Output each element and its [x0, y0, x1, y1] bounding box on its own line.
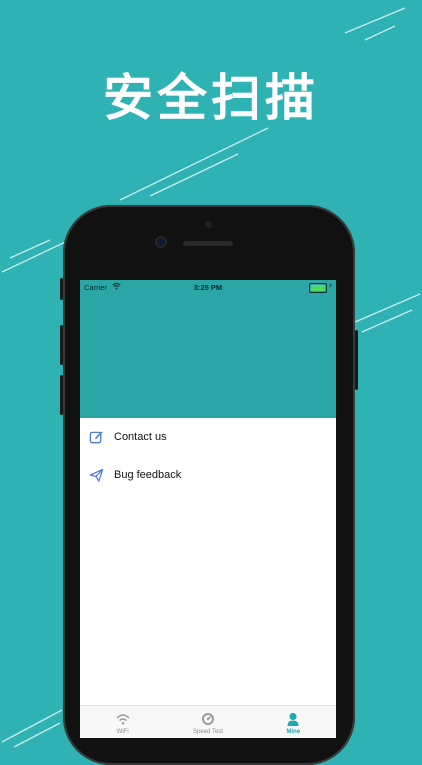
tab-mine[interactable]: Mine: [251, 706, 336, 738]
tab-label: WiFi: [116, 729, 129, 735]
app-screen: Carrier 3:25 PM ⚡ Contact us Bug feedbac…: [80, 280, 336, 738]
phone-power-button: [355, 330, 358, 390]
wifi-icon: [115, 711, 131, 727]
person-icon: [285, 711, 301, 727]
charging-bolt-icon: ⚡: [328, 283, 333, 290]
front-camera: [157, 238, 165, 246]
tab-label: Mine: [286, 729, 301, 735]
menu-item-contact-us[interactable]: Contact us: [80, 418, 336, 456]
phone-frame: Carrier 3:25 PM ⚡ Contact us Bug feedbac…: [60, 205, 358, 765]
promo-headline: 安全扫描: [103, 69, 319, 127]
paper-plane-icon: [88, 467, 104, 483]
menu-item-label: Contact us: [114, 431, 167, 443]
proximity-sensor: [205, 221, 212, 228]
edit-icon: [88, 429, 104, 445]
menu-item-bug-feedback[interactable]: Bug feedback: [80, 456, 336, 494]
tab-bar: WiFi Speed Test Mine: [80, 705, 336, 738]
phone-volume-up: [60, 325, 63, 365]
tab-speed-test[interactable]: Speed Test: [165, 706, 250, 738]
menu-list: Contact us Bug feedback: [80, 418, 336, 494]
profile-header: [80, 294, 336, 418]
phone-volume-down: [60, 375, 63, 415]
status-time: 3:25 PM: [193, 283, 223, 292]
speedometer-icon: [200, 711, 216, 727]
battery-fill: [311, 285, 325, 291]
earpiece-speaker: [183, 241, 233, 246]
status-bar: Carrier 3:25 PM ⚡: [80, 280, 336, 294]
phone-mute-switch: [60, 278, 63, 300]
tab-label: Speed Test: [193, 729, 223, 735]
menu-item-label: Bug feedback: [114, 469, 182, 481]
battery-icon: [309, 283, 327, 293]
tab-wifi[interactable]: WiFi: [80, 706, 165, 738]
